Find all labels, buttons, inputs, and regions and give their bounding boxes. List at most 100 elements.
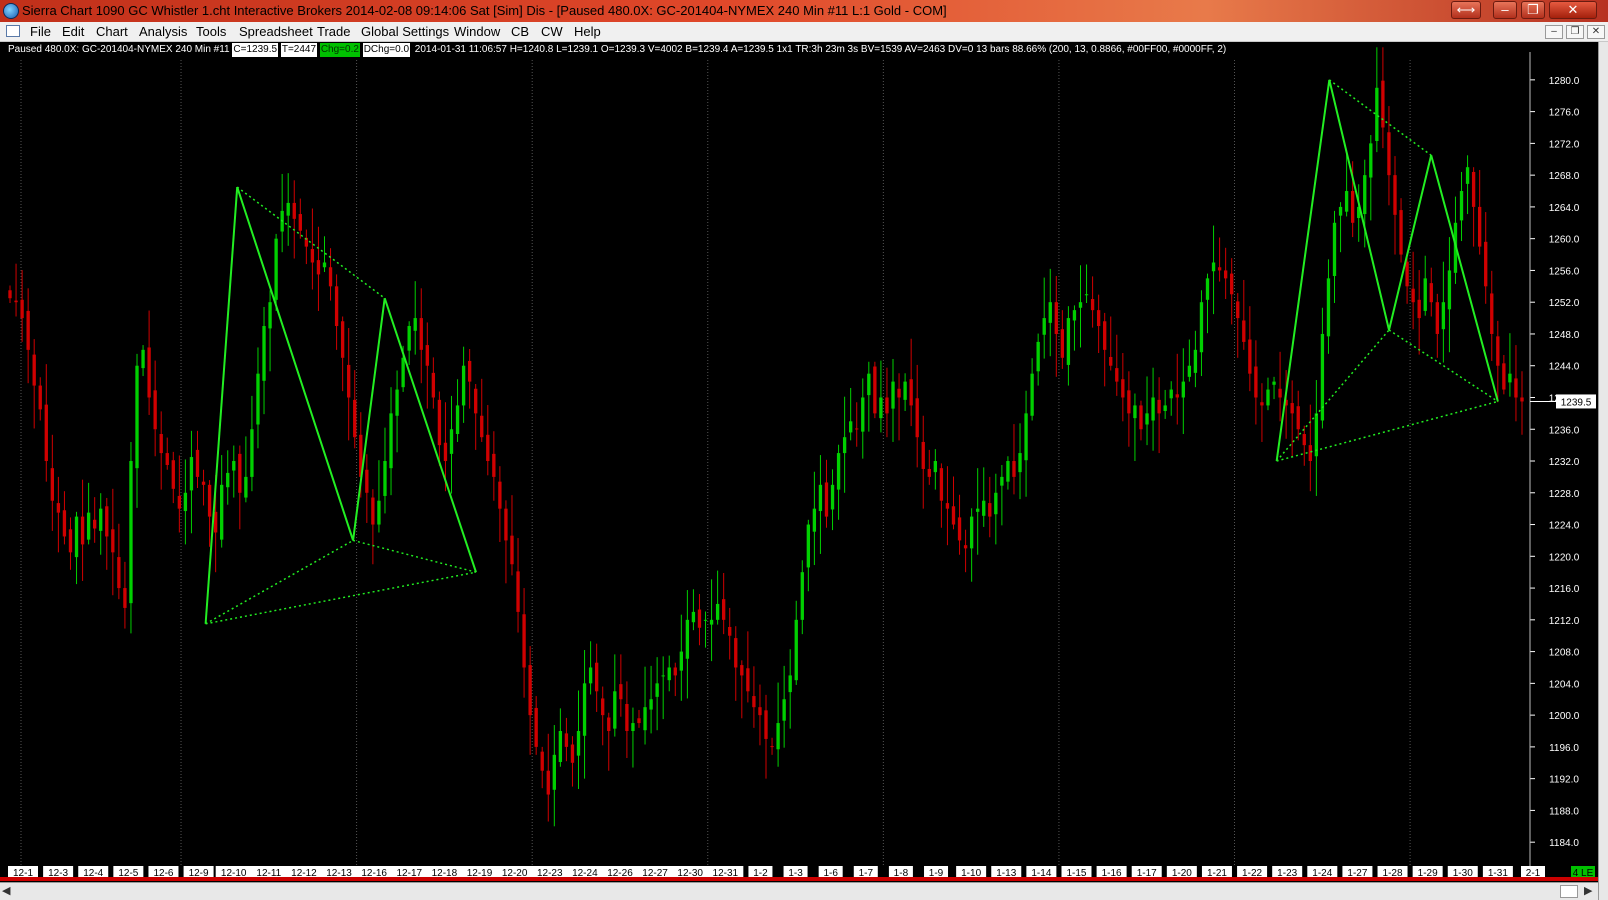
candle-body xyxy=(994,492,998,515)
pattern-leg xyxy=(204,186,239,624)
candle-body xyxy=(105,506,109,537)
candle-body xyxy=(1024,413,1028,461)
candle-body xyxy=(558,731,563,762)
candle-body xyxy=(643,707,647,731)
candle-body xyxy=(328,267,333,287)
candle-body xyxy=(431,372,436,398)
candle-body xyxy=(1272,381,1276,385)
candle-body xyxy=(715,603,720,620)
candle-body xyxy=(99,508,103,531)
candle-body xyxy=(885,397,889,414)
candle-body xyxy=(292,202,296,219)
candle-body xyxy=(238,453,242,493)
candle-body xyxy=(153,390,157,430)
candle-body xyxy=(1242,320,1246,342)
price-chart[interactable]: 1280.0 1276.0 1272.0 1268.0 1264.0 1260.0 1256… xyxy=(0,0,1608,900)
candle-body xyxy=(147,347,151,398)
candle-body xyxy=(613,691,617,729)
dchange-value-box: DChg=0.0 xyxy=(362,43,411,57)
candle-body xyxy=(945,503,950,509)
candle-body xyxy=(594,662,599,692)
candle-body xyxy=(510,535,514,565)
candle-body xyxy=(1000,476,1004,486)
candle-body xyxy=(921,441,925,469)
horizontal-scrollbar[interactable]: ◀ ▶ xyxy=(0,882,1598,900)
candle-body xyxy=(377,500,381,525)
y-tick-label: 1280.0 xyxy=(1549,76,1580,87)
candle-body xyxy=(570,744,575,763)
candle-body xyxy=(758,707,762,716)
candle-body xyxy=(80,516,85,545)
candle-body xyxy=(183,492,188,512)
candle-body xyxy=(1127,390,1131,414)
candle-body xyxy=(637,718,641,724)
candle-body xyxy=(794,619,798,681)
candle-body xyxy=(951,506,956,525)
scroll-left-icon[interactable]: ◀ xyxy=(2,884,10,897)
candle-body xyxy=(1484,241,1488,287)
candle-body xyxy=(957,517,962,541)
candle-body xyxy=(1248,339,1252,374)
candle-body xyxy=(413,318,417,331)
candle-body xyxy=(56,503,61,513)
candle-body xyxy=(1369,143,1373,178)
y-tick-label: 1256.0 xyxy=(1549,266,1580,277)
y-tick-label: 1236.0 xyxy=(1549,425,1580,436)
candle-body xyxy=(1338,206,1343,216)
candle-body xyxy=(855,428,859,430)
candle-body xyxy=(1514,378,1518,398)
candle-body xyxy=(171,460,175,489)
candle-body xyxy=(62,510,67,537)
candle-body xyxy=(1490,293,1494,334)
candle-body xyxy=(1157,399,1161,414)
candle-body xyxy=(679,651,683,671)
candle-body xyxy=(709,619,714,625)
y-tick-label: 1248.0 xyxy=(1549,330,1580,341)
candle-body xyxy=(752,696,756,708)
candle-body xyxy=(1018,453,1022,473)
scroll-thumb[interactable] xyxy=(1560,885,1578,898)
candle-body xyxy=(226,472,230,488)
candle-body xyxy=(492,453,496,477)
pattern-leg xyxy=(236,186,355,541)
candle-body xyxy=(244,476,248,498)
candle-body xyxy=(1199,302,1204,353)
pattern-leg xyxy=(1328,79,1390,331)
candle-body xyxy=(449,429,454,454)
candle-body xyxy=(347,364,351,398)
candle-layer xyxy=(8,47,1524,827)
candle-body xyxy=(976,508,980,512)
y-tick-label: 1188.0 xyxy=(1549,806,1579,817)
candle-body xyxy=(93,519,97,529)
candle-body xyxy=(969,516,974,549)
change-value-box: Chg=0.2 xyxy=(319,43,360,57)
candle-body xyxy=(1151,397,1155,421)
candle-body xyxy=(963,545,968,549)
candle-body xyxy=(915,398,919,438)
candle-body xyxy=(1181,381,1185,398)
candle-body xyxy=(74,516,79,558)
y-tick-label: 1200.0 xyxy=(1549,711,1580,722)
candle-body xyxy=(38,385,42,410)
candle-body xyxy=(437,399,442,446)
candle-body xyxy=(607,717,611,732)
candle-body xyxy=(1254,366,1258,398)
chart-info-line: Paused 480.0X: GC-201404-NYMEX 240 Min #… xyxy=(0,43,1608,57)
candle-body xyxy=(1465,167,1470,184)
pattern-leg xyxy=(383,297,477,573)
candle-body xyxy=(1048,302,1052,323)
candle-body xyxy=(1278,388,1282,398)
candle-body xyxy=(697,609,702,628)
candle-body xyxy=(1411,288,1415,303)
candle-body xyxy=(818,484,823,512)
candle-body xyxy=(788,675,792,693)
candle-body xyxy=(401,357,405,388)
candle-body xyxy=(764,710,768,739)
candle-body xyxy=(220,484,224,540)
candle-body xyxy=(1193,349,1198,373)
candle-body xyxy=(298,214,302,231)
candle-body xyxy=(50,468,54,501)
scroll-right-icon[interactable]: ▶ xyxy=(1584,884,1592,897)
y-tick-label: 1216.0 xyxy=(1549,584,1580,595)
candle-body xyxy=(776,723,780,750)
